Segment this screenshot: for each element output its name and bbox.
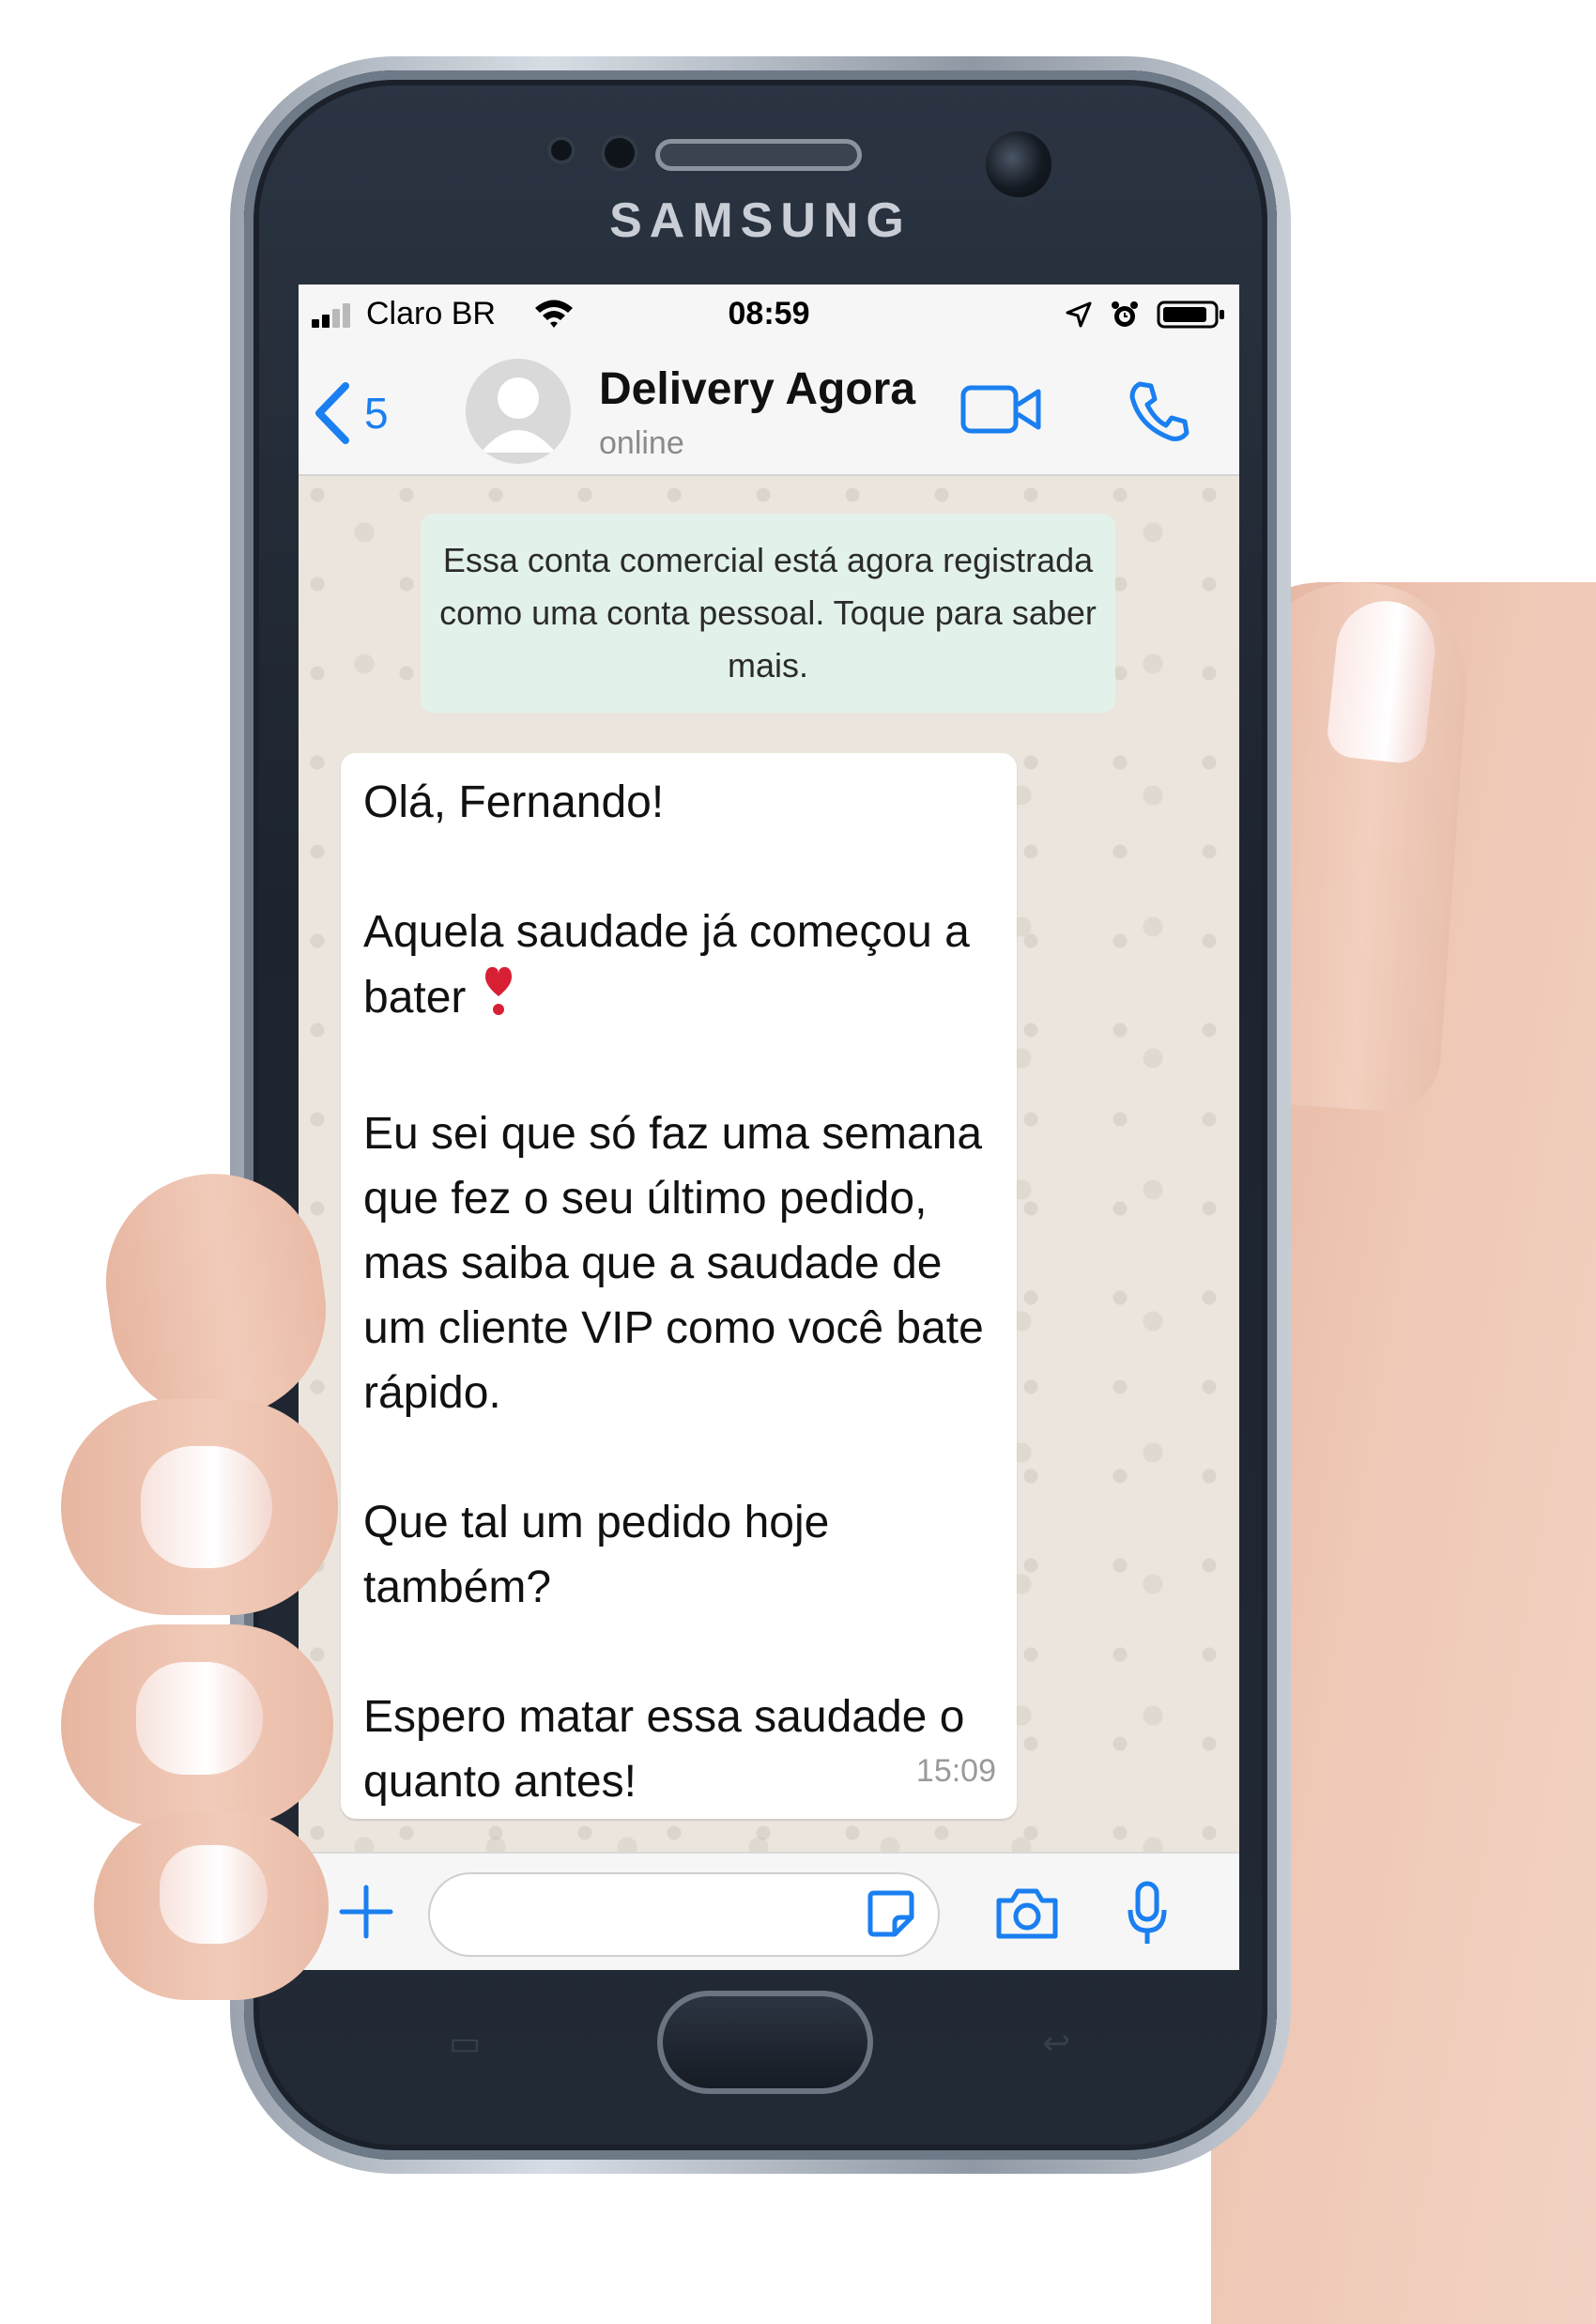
location-arrow-icon	[1066, 301, 1092, 328]
heart-exclamation-emoji	[483, 964, 514, 1037]
video-camera-icon[interactable]	[959, 382, 1042, 437]
message-line-2: Eu sei que só faz uma semana que fez o s…	[363, 1109, 984, 1418]
contact-name[interactable]: Delivery Agora	[599, 363, 915, 415]
input-bar	[299, 1852, 1239, 1970]
camera-icon[interactable]	[993, 1885, 1061, 1942]
battery-icon	[1157, 300, 1224, 329]
contact-avatar[interactable]	[466, 359, 571, 464]
status-bar: Claro BR 08:59	[299, 285, 1239, 343]
little-finger-nail	[160, 1845, 268, 1944]
message-line-4: Espero matar essa saudade o quanto antes…	[363, 1692, 965, 1807]
chat-area[interactable]: Essa conta comercial está agora registra…	[299, 476, 1239, 1852]
microphone-icon[interactable]	[1125, 1880, 1170, 1947]
system-notice[interactable]: Essa conta comercial está agora registra…	[421, 514, 1115, 713]
ring-finger-nail	[136, 1662, 263, 1775]
message-time: 15:09	[915, 1753, 996, 1789]
sticker-icon[interactable]	[865, 1887, 917, 1940]
home-button[interactable]	[657, 1991, 873, 2094]
contact-status: online	[599, 425, 684, 461]
default-avatar-icon	[481, 377, 556, 453]
message-greeting: Olá, Fernando!	[363, 777, 665, 827]
brand-logo: SAMSUNG	[609, 193, 912, 248]
message-bubble[interactable]: Olá, Fernando! Aquela saudade já começou…	[341, 753, 1017, 1819]
status-indicators	[1065, 298, 1226, 331]
back-key[interactable]: ↩	[1019, 2024, 1094, 2062]
message-input[interactable]	[428, 1872, 940, 1957]
chevron-left-icon	[315, 382, 349, 444]
alarm-clock-icon	[1112, 301, 1138, 327]
message-line-3: Que tal um pedido hoje também?	[363, 1498, 830, 1612]
message-line-1: Aquela saudade já começou a bater	[363, 900, 994, 1037]
recent-apps-key[interactable]: ▭	[427, 2024, 502, 2062]
plus-icon[interactable]	[336, 1882, 396, 1942]
light-sensor	[547, 136, 575, 164]
chat-header: 5 Delivery Agora online	[299, 343, 1239, 476]
phone-screen: Claro BR 08:59 5 Delivery Agora online E…	[299, 285, 1239, 1970]
middle-finger-nail	[141, 1446, 272, 1568]
front-camera	[986, 131, 1051, 197]
proximity-sensor	[601, 134, 638, 172]
earpiece-speaker	[655, 139, 862, 171]
back-button[interactable]: 5	[312, 380, 389, 446]
unread-count: 5	[364, 389, 389, 438]
photo-stage: SAMSUNG Claro BR 08:59 5 Delivery Agora …	[0, 0, 1596, 2324]
phone-icon[interactable]	[1127, 378, 1192, 444]
